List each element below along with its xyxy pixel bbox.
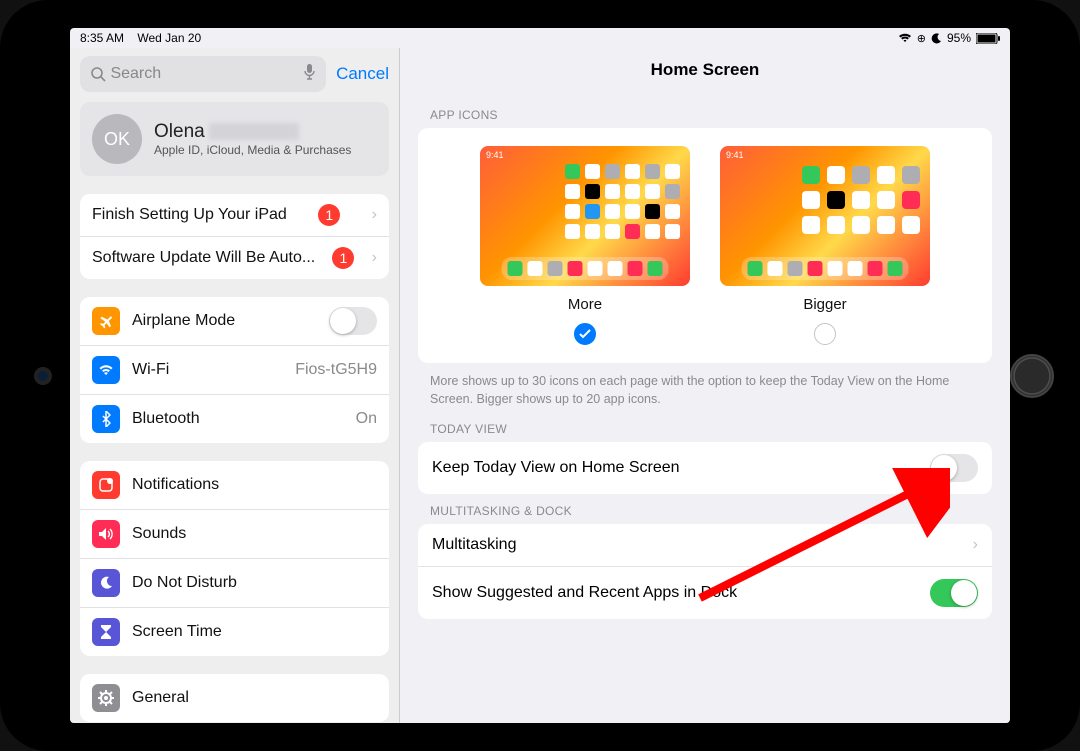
row-label: Wi-Fi [132,361,169,379]
search-input[interactable]: Search [80,56,326,92]
today-view-toggle[interactable] [930,454,978,482]
status-left: 8:35 AM Wed Jan 20 [80,31,201,45]
sidebar-item-sounds[interactable]: Sounds [80,509,389,558]
section-header-app-icons: APP ICONS [400,98,1010,128]
status-time: 8:35 AM [80,31,124,45]
preview-more: 9:41 [480,146,690,286]
front-camera [38,371,48,381]
home-button[interactable] [1010,354,1054,398]
airplane-icon [92,307,120,335]
redacted-surname [209,123,299,140]
multitasking-card: Multitasking › Show Suggested and Recent… [418,524,992,619]
chevron-right-icon: › [372,206,377,224]
radio-bigger[interactable] [814,323,836,345]
screen: 8:35 AM Wed Jan 20 ⊕ 95% Search [70,28,1010,723]
status-right: ⊕ 95% [898,31,1000,45]
apple-id-name: Olena [154,121,351,143]
row-label: Finish Setting Up Your iPad [92,206,287,224]
row-label: General [132,689,189,707]
status-bar: 8:35 AM Wed Jan 20 ⊕ 95% [70,28,1010,48]
hourglass-icon [92,618,120,646]
split-content: Search Cancel OK Olena [70,48,1010,723]
wifi-icon [92,356,120,384]
sidebar-item-dnd[interactable]: Do Not Disturb [80,558,389,607]
airplane-toggle[interactable] [329,307,377,335]
sidebar-item-general[interactable]: General [80,674,389,722]
sidebar-item-notifications[interactable]: Notifications [80,461,389,509]
search-icon [90,66,106,82]
option-bigger[interactable]: 9:41 Bigger [720,146,930,345]
row-label: Software Update Will Be Auto... [92,249,315,267]
search-row: Search Cancel [70,48,399,102]
section-header-multitasking: MULTITASKING & DOCK [400,494,1010,524]
option-more[interactable]: 9:41 More [480,146,690,345]
sidebar-scroll[interactable]: OK Olena Apple ID, iCloud, Media & Purch… [70,102,399,723]
search-placeholder: Search [110,65,161,83]
gear-icon [92,684,120,712]
settings-sidebar: Search Cancel OK Olena [70,48,400,723]
wifi-icon [898,33,912,43]
badge: 1 [318,204,340,226]
connectivity-group: Airplane Mode Wi-Fi Fios-tG5H9 [80,297,389,443]
row-label: Airplane Mode [132,312,235,330]
avatar: OK [92,114,142,164]
sidebar-item-wifi[interactable]: Wi-Fi Fios-tG5H9 [80,345,389,394]
sidebar-item-bluetooth[interactable]: Bluetooth On [80,394,389,443]
app-icons-card: 9:41 More [418,128,992,363]
orientation-lock-icon: ⊕ [917,32,926,45]
row-label: Screen Time [132,623,222,641]
option-more-label: More [568,296,602,313]
row-label: Do Not Disturb [132,574,237,592]
chevron-right-icon: › [973,536,978,554]
sidebar-item-software-update[interactable]: Software Update Will Be Auto... 1 › [80,236,389,279]
notifications-icon [92,471,120,499]
row-label: Multitasking [432,536,516,554]
cancel-button[interactable]: Cancel [336,64,389,84]
ipad-frame: 8:35 AM Wed Jan 20 ⊕ 95% Search [0,0,1080,751]
row-label: Show Suggested and Recent Apps in Dock [432,584,737,602]
bt-value: On [356,410,377,428]
option-bigger-label: Bigger [803,296,846,313]
apple-id-card[interactable]: OK Olena Apple ID, iCloud, Media & Purch… [80,102,389,176]
apple-id-sub: Apple ID, iCloud, Media & Purchases [154,143,351,157]
row-label: Keep Today View on Home Screen [432,459,680,477]
today-view-card: Keep Today View on Home Screen [418,442,992,494]
preview-bigger: 9:41 [720,146,930,286]
row-label: Bluetooth [132,410,200,428]
section-header-today: TODAY VIEW [400,412,1010,442]
general-group: General [80,674,389,722]
row-label: Notifications [132,476,219,494]
alerts-group: Finish Setting Up Your iPad 1 › Software… [80,194,389,279]
suggested-apps-toggle[interactable] [930,579,978,607]
sidebar-item-airplane[interactable]: Airplane Mode [80,297,389,345]
row-suggested-apps[interactable]: Show Suggested and Recent Apps in Dock [418,566,992,619]
moon-icon [92,569,120,597]
page-title: Home Screen [400,48,1010,98]
detail-pane: Home Screen APP ICONS 9:41 [400,48,1010,723]
sounds-icon [92,520,120,548]
moon-icon [931,33,942,44]
notifications-group: Notifications Sounds Do No [80,461,389,656]
wifi-value: Fios-tG5H9 [295,361,377,379]
row-label: Sounds [132,525,186,543]
battery-pct: 95% [947,31,971,45]
bluetooth-icon [92,405,120,433]
chevron-right-icon: › [372,249,377,267]
mic-icon[interactable] [303,63,316,86]
battery-icon [976,33,1000,44]
row-multitasking[interactable]: Multitasking › [418,524,992,566]
badge: 1 [332,247,354,269]
radio-more[interactable] [574,323,596,345]
sidebar-item-finish-setup[interactable]: Finish Setting Up Your iPad 1 › [80,194,389,236]
sidebar-item-screentime[interactable]: Screen Time [80,607,389,656]
status-date: Wed Jan 20 [137,31,201,45]
app-icons-footer: More shows up to 30 icons on each page w… [400,363,1010,412]
row-keep-today-view[interactable]: Keep Today View on Home Screen [418,442,992,494]
